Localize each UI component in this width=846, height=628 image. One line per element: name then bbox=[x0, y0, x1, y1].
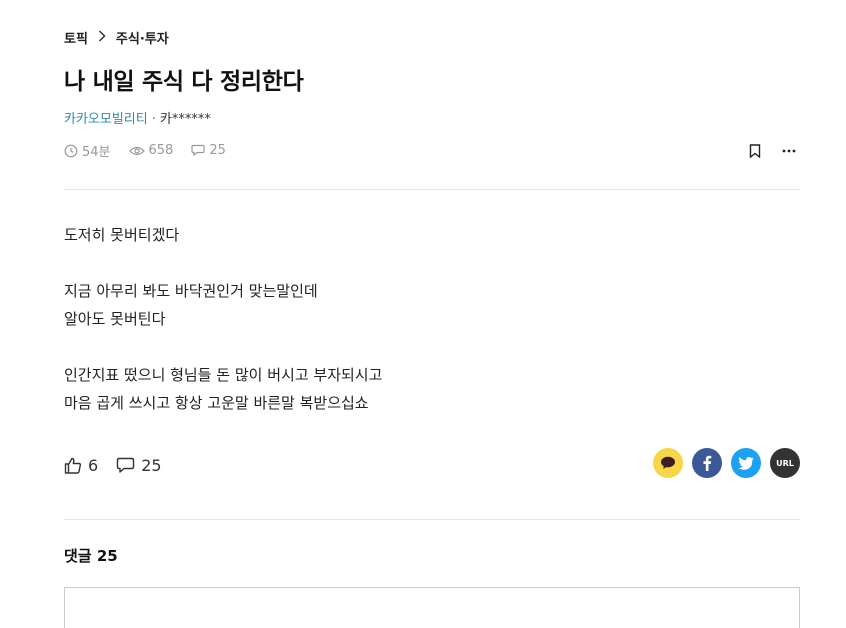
bookmark-button[interactable] bbox=[744, 141, 766, 161]
twitter-icon bbox=[738, 456, 754, 470]
body-line bbox=[64, 249, 382, 277]
comment-count: 25 bbox=[141, 456, 162, 475]
facebook-share-button[interactable] bbox=[692, 448, 722, 478]
author-separator: · bbox=[151, 112, 156, 127]
like-count: 6 bbox=[88, 456, 99, 475]
comment-icon bbox=[191, 144, 205, 157]
kakao-talk-icon bbox=[661, 456, 675, 469]
facebook-icon bbox=[703, 455, 712, 471]
comments-title: 댓글 25 bbox=[64, 547, 118, 565]
body-line: 알아도 못버틴다 bbox=[64, 310, 166, 328]
comment-icon bbox=[116, 457, 135, 473]
author-company-link[interactable]: 카카오모빌리티 bbox=[64, 112, 148, 127]
comment-button[interactable]: 25 bbox=[116, 456, 162, 475]
post-comments-text: 25 bbox=[209, 143, 226, 158]
author-nickname: 카****** bbox=[159, 112, 211, 127]
like-button[interactable]: 6 bbox=[64, 456, 98, 475]
body-line bbox=[64, 333, 382, 361]
post-views: 658 bbox=[128, 143, 174, 158]
post-time: 54분 bbox=[64, 141, 111, 160]
eye-icon bbox=[128, 146, 145, 155]
bookmark-icon bbox=[749, 144, 761, 158]
more-options-button[interactable] bbox=[778, 141, 800, 161]
url-label: URL bbox=[776, 458, 794, 468]
post-body: 도저히 못버티겠다 지금 아무리 봐도 바닥권인거 맞는말인데 알아도 못버틴다… bbox=[64, 221, 382, 417]
post-title: 나 내일 주식 다 정리한다 bbox=[64, 69, 304, 95]
comment-input-box[interactable] bbox=[64, 587, 800, 628]
post-author: 카카오모빌리티 · 카****** bbox=[64, 108, 211, 127]
twitter-share-button[interactable] bbox=[731, 448, 761, 478]
body-line: 도저히 못버티겠다 bbox=[64, 226, 180, 244]
breadcrumb: 토픽 주식·투자 bbox=[64, 28, 169, 47]
copy-url-button[interactable]: URL bbox=[770, 448, 800, 478]
post-stats: 54분 658 25 bbox=[64, 141, 244, 160]
body-line: 인간지표 떴으니 형님들 돈 많이 버시고 부자되시고 bbox=[64, 366, 383, 384]
post-time-text: 54분 bbox=[82, 145, 111, 160]
share-buttons: URL bbox=[644, 448, 800, 478]
breadcrumb-category-link[interactable]: 주식·투자 bbox=[116, 28, 169, 47]
header-divider bbox=[64, 189, 800, 190]
clock-icon bbox=[64, 144, 78, 157]
more-icon bbox=[782, 149, 796, 153]
post-comments: 25 bbox=[191, 143, 226, 158]
body-line: 지금 아무리 봐도 바닥권인거 맞는말인데 bbox=[64, 282, 318, 300]
post-views-text: 658 bbox=[148, 143, 174, 158]
breadcrumb-topic-link[interactable]: 토픽 bbox=[64, 28, 88, 47]
kakao-share-button[interactable] bbox=[653, 448, 683, 478]
body-line: 마음 곱게 쓰시고 항상 고운말 바른말 복받으십쇼 bbox=[64, 394, 369, 412]
thumbs-up-icon bbox=[64, 457, 82, 474]
post-actions bbox=[732, 141, 800, 161]
reaction-bar: 6 25 bbox=[64, 456, 180, 475]
reaction-divider bbox=[64, 519, 800, 520]
chevron-right-icon bbox=[98, 29, 106, 46]
